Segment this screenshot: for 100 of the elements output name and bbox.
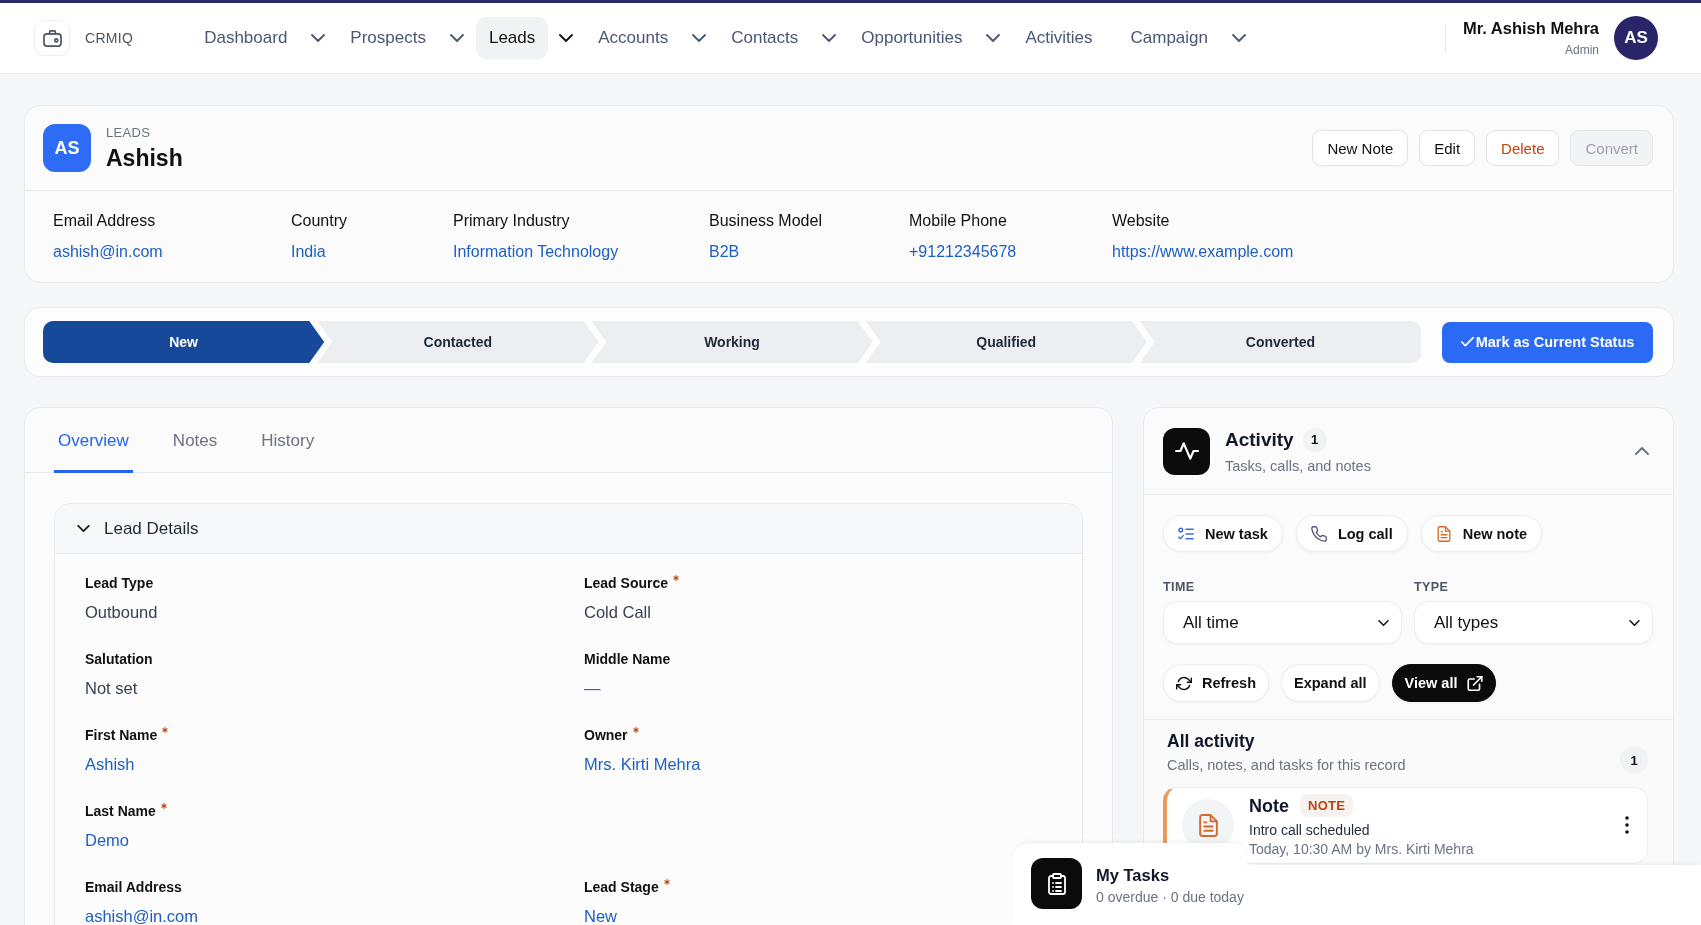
chevron-down-icon[interactable] [559, 34, 574, 42]
phone-icon [1310, 525, 1327, 542]
chevron-down-icon[interactable] [1232, 34, 1246, 42]
status-step[interactable]: Qualified [865, 321, 1147, 363]
action-button[interactable]: New Note [1312, 130, 1409, 166]
field-label: Lead Source [584, 574, 669, 592]
chevron-down-icon [1378, 619, 1389, 626]
field-link[interactable]: Mrs. Kirti Mehra [584, 753, 701, 775]
nav-link[interactable]: Opportunities [848, 17, 976, 59]
list-title: All activity [1167, 731, 1255, 752]
field-link[interactable]: B2B [709, 243, 740, 261]
field-link[interactable]: ashish@in.com [53, 243, 163, 261]
section-title: Lead Details [104, 518, 199, 539]
breadcrumb: LEADS [106, 124, 151, 140]
chevron-down-icon[interactable] [77, 525, 90, 532]
user-avatar[interactable]: AS [1614, 16, 1658, 60]
field-value: Cold Call [584, 602, 651, 623]
status-step[interactable]: Contacted [317, 321, 599, 363]
field-link[interactable]: +91212345678 [909, 243, 1017, 261]
field-link[interactable]: New [584, 905, 617, 925]
my-tasks-toast[interactable]: My Tasks 0 overdue · 0 due today [1012, 843, 1247, 925]
mark-status-button[interactable]: Mark as Current Status [1442, 321, 1653, 363]
tab[interactable]: Notes [168, 408, 222, 473]
chevron-up-icon[interactable] [1635, 447, 1649, 455]
count-badge: 1 [1620, 746, 1648, 774]
more-icon[interactable] [1625, 816, 1629, 834]
field-link[interactable]: https://www.example.com [1112, 243, 1294, 261]
field-label: Last Name [85, 802, 156, 820]
nav-link[interactable]: Campaign [1117, 17, 1221, 59]
field-link[interactable]: Information Technology [453, 243, 619, 261]
item-meta: Today, 10:30 AM by Mrs. Kirti Mehra [1249, 841, 1474, 857]
quick-action-button[interactable]: New note [1420, 515, 1543, 552]
field-label: Website [1112, 212, 1170, 230]
chevron-down-icon[interactable] [311, 34, 326, 42]
status-step[interactable]: Converted [1139, 321, 1421, 363]
view-all-button[interactable]: View all [1391, 664, 1497, 702]
checklist-icon [1178, 525, 1194, 542]
document-icon [1435, 525, 1452, 542]
clipboard-icon [1031, 858, 1082, 909]
field-label: Owner [584, 726, 628, 744]
field-link[interactable]: ashish@in.com [85, 905, 199, 925]
panel-title: My Tasks [1096, 865, 1170, 885]
nav-link[interactable]: Accounts [585, 17, 682, 59]
field-label: Salutation [85, 650, 153, 668]
status-step[interactable]: New [43, 321, 325, 363]
record-title: Ashish [106, 144, 183, 172]
tab[interactable]: History [257, 408, 319, 473]
field-label: First Name [85, 726, 158, 744]
nav-link[interactable]: Prospects [337, 17, 439, 59]
refresh-icon [1176, 675, 1192, 691]
tab[interactable]: Overview [54, 408, 133, 473]
task-summary: 0 overdue · 0 due today [1096, 889, 1244, 906]
nav-link[interactable]: Leads [475, 17, 549, 59]
action-button[interactable]: Edit [1419, 130, 1476, 166]
quick-action-button[interactable]: New task [1163, 515, 1283, 552]
refresh-button[interactable]: Refresh [1163, 664, 1269, 702]
external-link-icon [1467, 675, 1484, 691]
field-label: Lead Type [85, 574, 154, 592]
filter-label: TYPE [1414, 580, 1449, 594]
field-link[interactable]: Demo [85, 829, 129, 851]
field-label: Primary Industry [453, 212, 570, 230]
chevron-down-icon[interactable] [692, 34, 707, 42]
record-avatar: AS [43, 124, 91, 172]
field-value: Outbound [85, 602, 158, 623]
nav-link[interactable]: Dashboard [191, 17, 301, 59]
panel-subtitle: Tasks, calls, and notes [1225, 457, 1371, 475]
chevron-down-icon[interactable] [449, 34, 464, 42]
nav-link[interactable]: Activities [1012, 17, 1106, 59]
filter-select[interactable]: All time [1163, 601, 1402, 644]
list-subtitle: Calls, notes, and tasks for this record [1167, 757, 1406, 774]
check-icon [1460, 337, 1474, 347]
quick-action-button[interactable]: Log call [1295, 515, 1408, 552]
chevron-down-icon[interactable] [986, 34, 1001, 42]
action-button[interactable]: Delete [1486, 130, 1560, 166]
field-label: Email Address [85, 878, 182, 896]
count-badge: 1 [1302, 427, 1327, 452]
chevron-down-icon[interactable] [822, 34, 837, 42]
panel-title: Activity [1225, 428, 1294, 451]
field-label: Middle Name [584, 650, 671, 668]
user-role: Admin [1565, 43, 1599, 57]
field-label: Mobile Phone [909, 212, 1007, 230]
field-label: Business Model [709, 212, 822, 230]
type-tag: NOTE [1300, 794, 1354, 817]
activity-item-card[interactable]: Note NOTE Intro call scheduled Today, 10:30 AM by Mrs. Kirti Mehra [1163, 787, 1648, 864]
filter-label: TIME [1163, 580, 1195, 594]
expand-all-button[interactable]: Expand all [1281, 664, 1380, 702]
nav-link[interactable]: Contacts [718, 17, 812, 59]
field-link[interactable]: India [291, 243, 326, 261]
field-link[interactable]: Ashish [85, 753, 135, 775]
item-text: Intro call scheduled [1249, 822, 1370, 838]
field-label: Email Address [53, 212, 156, 230]
app-name: CRMIQ [85, 30, 134, 46]
status-step[interactable]: Working [591, 321, 873, 363]
filter-select[interactable]: All types [1414, 601, 1653, 644]
field-link[interactable]: — [584, 677, 601, 699]
chevron-down-icon [1629, 619, 1640, 626]
briefcase-icon[interactable] [34, 20, 70, 56]
pulse-icon [1163, 427, 1210, 475]
item-title: Note [1249, 794, 1289, 817]
field-label: Country [291, 212, 348, 230]
